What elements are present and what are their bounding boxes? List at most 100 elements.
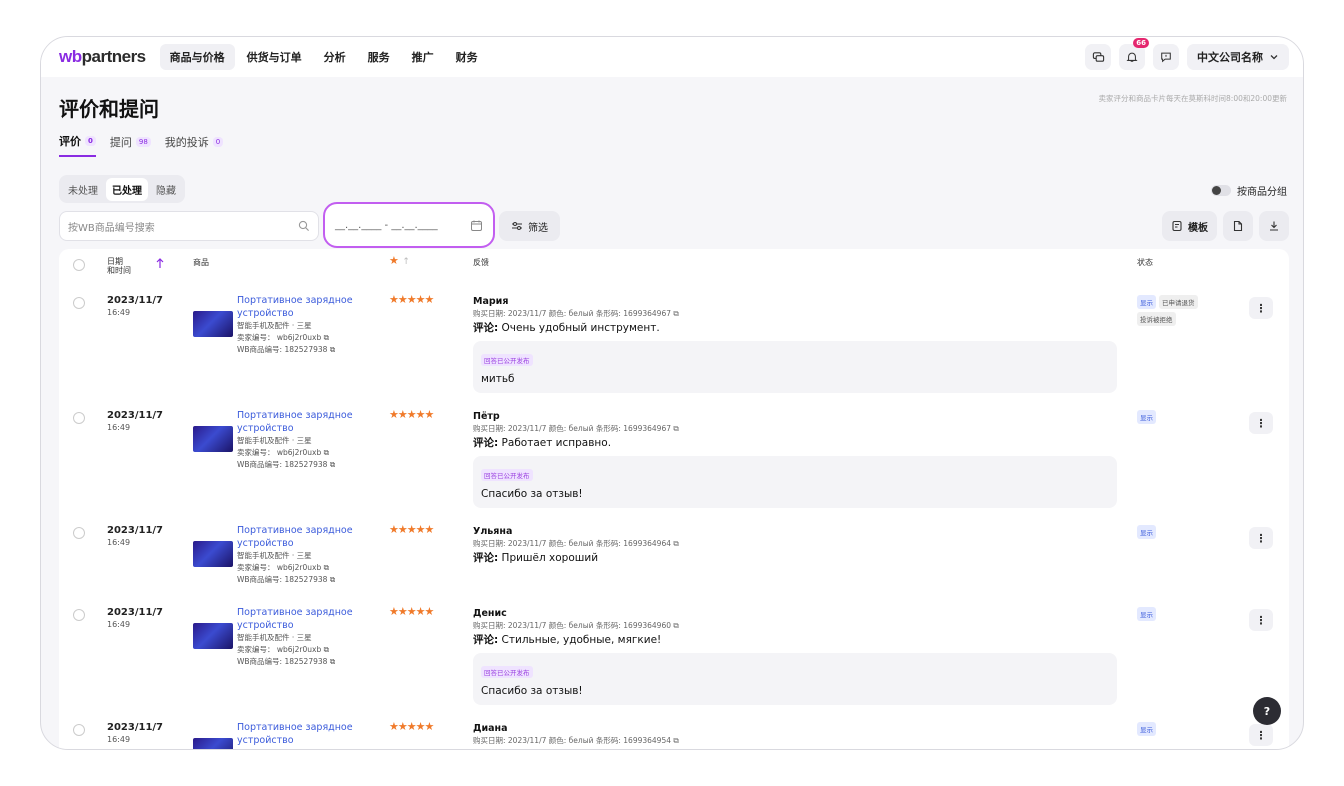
select-all-checkbox[interactable] [73,259,85,271]
chat-button[interactable] [1085,44,1111,70]
export-file-button[interactable] [1223,211,1253,241]
copy-icon[interactable]: ⧉ [324,645,329,654]
column-header-rating[interactable]: ★ ↑ [389,254,410,267]
seller-reply[interactable]: 回答已公开发布 митьб [473,341,1117,393]
review-comment: 评论: Работает исправно. [473,437,612,449]
copy-icon[interactable]: ⧉ [330,575,335,584]
product-name-link[interactable]: Портативное зарядное устройство [237,722,377,747]
bell-icon [1126,52,1138,62]
wb-code: WB商品编号: 182527938 ⧉ [237,657,336,666]
product-thumbnail[interactable] [193,738,233,749]
calendar-icon [471,220,482,231]
row-date: 2023/11/7 [107,722,164,733]
segment-hidden[interactable]: 隐藏 [150,178,182,201]
notifications-button[interactable]: 66 [1119,38,1149,70]
copy-icon[interactable]: ⧉ [673,621,678,630]
nav-services[interactable]: 服务 [358,44,400,70]
rating-stars: ★★★★★ [389,605,434,618]
review-comment: 评论: Стильные, удобные, мягкие! [473,634,662,646]
row-more-button[interactable]: ⋮ [1249,609,1273,631]
nav-promotion[interactable]: 推广 [402,44,444,70]
copy-icon[interactable]: ⧉ [673,539,678,548]
toggle-switch[interactable] [1211,185,1231,196]
top-navigation: wbpartners 商品与价格 供货与订单 分析 服务 推广 财务 66 中文… [41,37,1303,77]
column-header-feedback: 反馈 [473,258,489,267]
product-name-link[interactable]: Портативное зарядное устройство [237,607,377,632]
search-icon [298,220,309,231]
feedback-button[interactable] [1153,44,1179,70]
copy-icon[interactable]: ⧉ [324,448,329,457]
reviewer-name: Мария [473,296,509,307]
filter-sliders-icon [512,222,522,230]
status-badge: 已申请退货 [1159,295,1198,309]
template-icon [1172,220,1182,232]
row-checkbox[interactable] [73,724,85,736]
seller-code: 卖家编号： wb6j2r0uxb ⧉ [237,563,329,572]
row-time: 16:49 [107,620,131,629]
seller-reply[interactable]: 回答已公开发布 Спасибо за отзыв! [473,456,1117,508]
seller-code: 卖家编号： wb6j2r0uxb ⧉ [237,645,329,654]
copy-icon[interactable]: ⧉ [330,657,335,666]
tab-my-complaints[interactable]: 我的投诉 0 [165,133,224,157]
download-button[interactable] [1259,211,1289,241]
segment-processed[interactable]: 已处理 [106,177,148,201]
product-info: Портативное зарядное устройство 智能手机及配件 … [237,607,377,668]
row-more-button[interactable]: ⋮ [1249,412,1273,434]
wb-code: WB商品编号: 182527938 ⧉ [237,345,336,354]
filter-button[interactable]: 筛选 [499,211,560,241]
help-button[interactable]: ? [1253,697,1281,725]
status-badges: 显示 已申请退货 投诉被拒绝 [1137,295,1237,326]
status-badges: 显示 [1137,525,1237,539]
row-more-button[interactable]: ⋮ [1249,527,1273,549]
product-name-link[interactable]: Портативное зарядное устройство [237,295,377,320]
reviewer-name: Денис [473,608,507,619]
nav-supply-orders[interactable]: 供货与订单 [237,44,312,70]
reviewer-name: Пётр [473,411,500,422]
column-header-date[interactable]: 日期 和时间 [107,257,131,275]
row-more-button[interactable]: ⋮ [1249,724,1273,746]
segment-unprocessed[interactable]: 未处理 [62,178,104,201]
nav-finance[interactable]: 财务 [446,44,488,70]
tab-count: 0 [212,137,224,147]
row-checkbox[interactable] [73,412,85,424]
review-comment: 评论: Очень удобный инструмент. [473,322,660,334]
product-category: 智能手机及配件 · 三星 [237,321,312,330]
product-name-link[interactable]: Портативное зарядное устройство [237,525,377,550]
template-button[interactable]: 模板 [1162,211,1217,241]
page-title: 评价和提问 [59,97,159,121]
status-badges: 显示 [1137,722,1237,736]
seller-reply[interactable]: 回答已公开发布 Спасибо за отзыв! [473,653,1117,705]
copy-icon[interactable]: ⧉ [673,424,678,433]
copy-icon[interactable]: ⧉ [330,460,335,469]
row-checkbox[interactable] [73,527,85,539]
product-thumbnail[interactable] [193,623,233,649]
copy-icon[interactable]: ⧉ [673,736,678,745]
wb-partners-logo[interactable]: wbpartners [59,47,146,67]
tab-reviews[interactable]: 评价 0 [59,133,96,157]
tab-count: 98 [135,137,151,147]
rating-stars: ★★★★★ [389,293,434,306]
copy-icon[interactable]: ⧉ [324,333,329,342]
copy-icon[interactable]: ⧉ [324,563,329,572]
date-range-picker[interactable]: __.__.____ - __.__.____ [323,202,495,248]
nav-products-prices[interactable]: 商品与价格 [159,44,235,70]
seller-code: 卖家编号： wb6j2r0uxb ⧉ [237,333,329,342]
tab-questions[interactable]: 提问 98 [110,133,151,157]
download-icon [1270,221,1278,231]
reply-published-tag: 回答已公开发布 [481,469,533,481]
row-more-button[interactable]: ⋮ [1249,297,1273,319]
company-selector[interactable]: 中文公司名称 [1187,44,1289,70]
copy-icon[interactable]: ⧉ [330,345,335,354]
product-thumbnail[interactable] [193,426,233,452]
copy-icon[interactable]: ⧉ [673,309,678,318]
group-by-product-toggle[interactable]: 按商品分组 [1211,183,1287,198]
row-checkbox[interactable] [73,297,85,309]
product-thumbnail[interactable] [193,311,233,337]
column-header-status: 状态 [1137,258,1153,267]
search-input[interactable]: 按WB商品编号搜索 [59,211,319,241]
nav-analytics[interactable]: 分析 [314,44,356,70]
product-name-link[interactable]: Портативное зарядное устройство [237,410,377,435]
product-thumbnail[interactable] [193,541,233,567]
row-checkbox[interactable] [73,609,85,621]
sort-arrow-up-icon[interactable] [155,257,165,269]
